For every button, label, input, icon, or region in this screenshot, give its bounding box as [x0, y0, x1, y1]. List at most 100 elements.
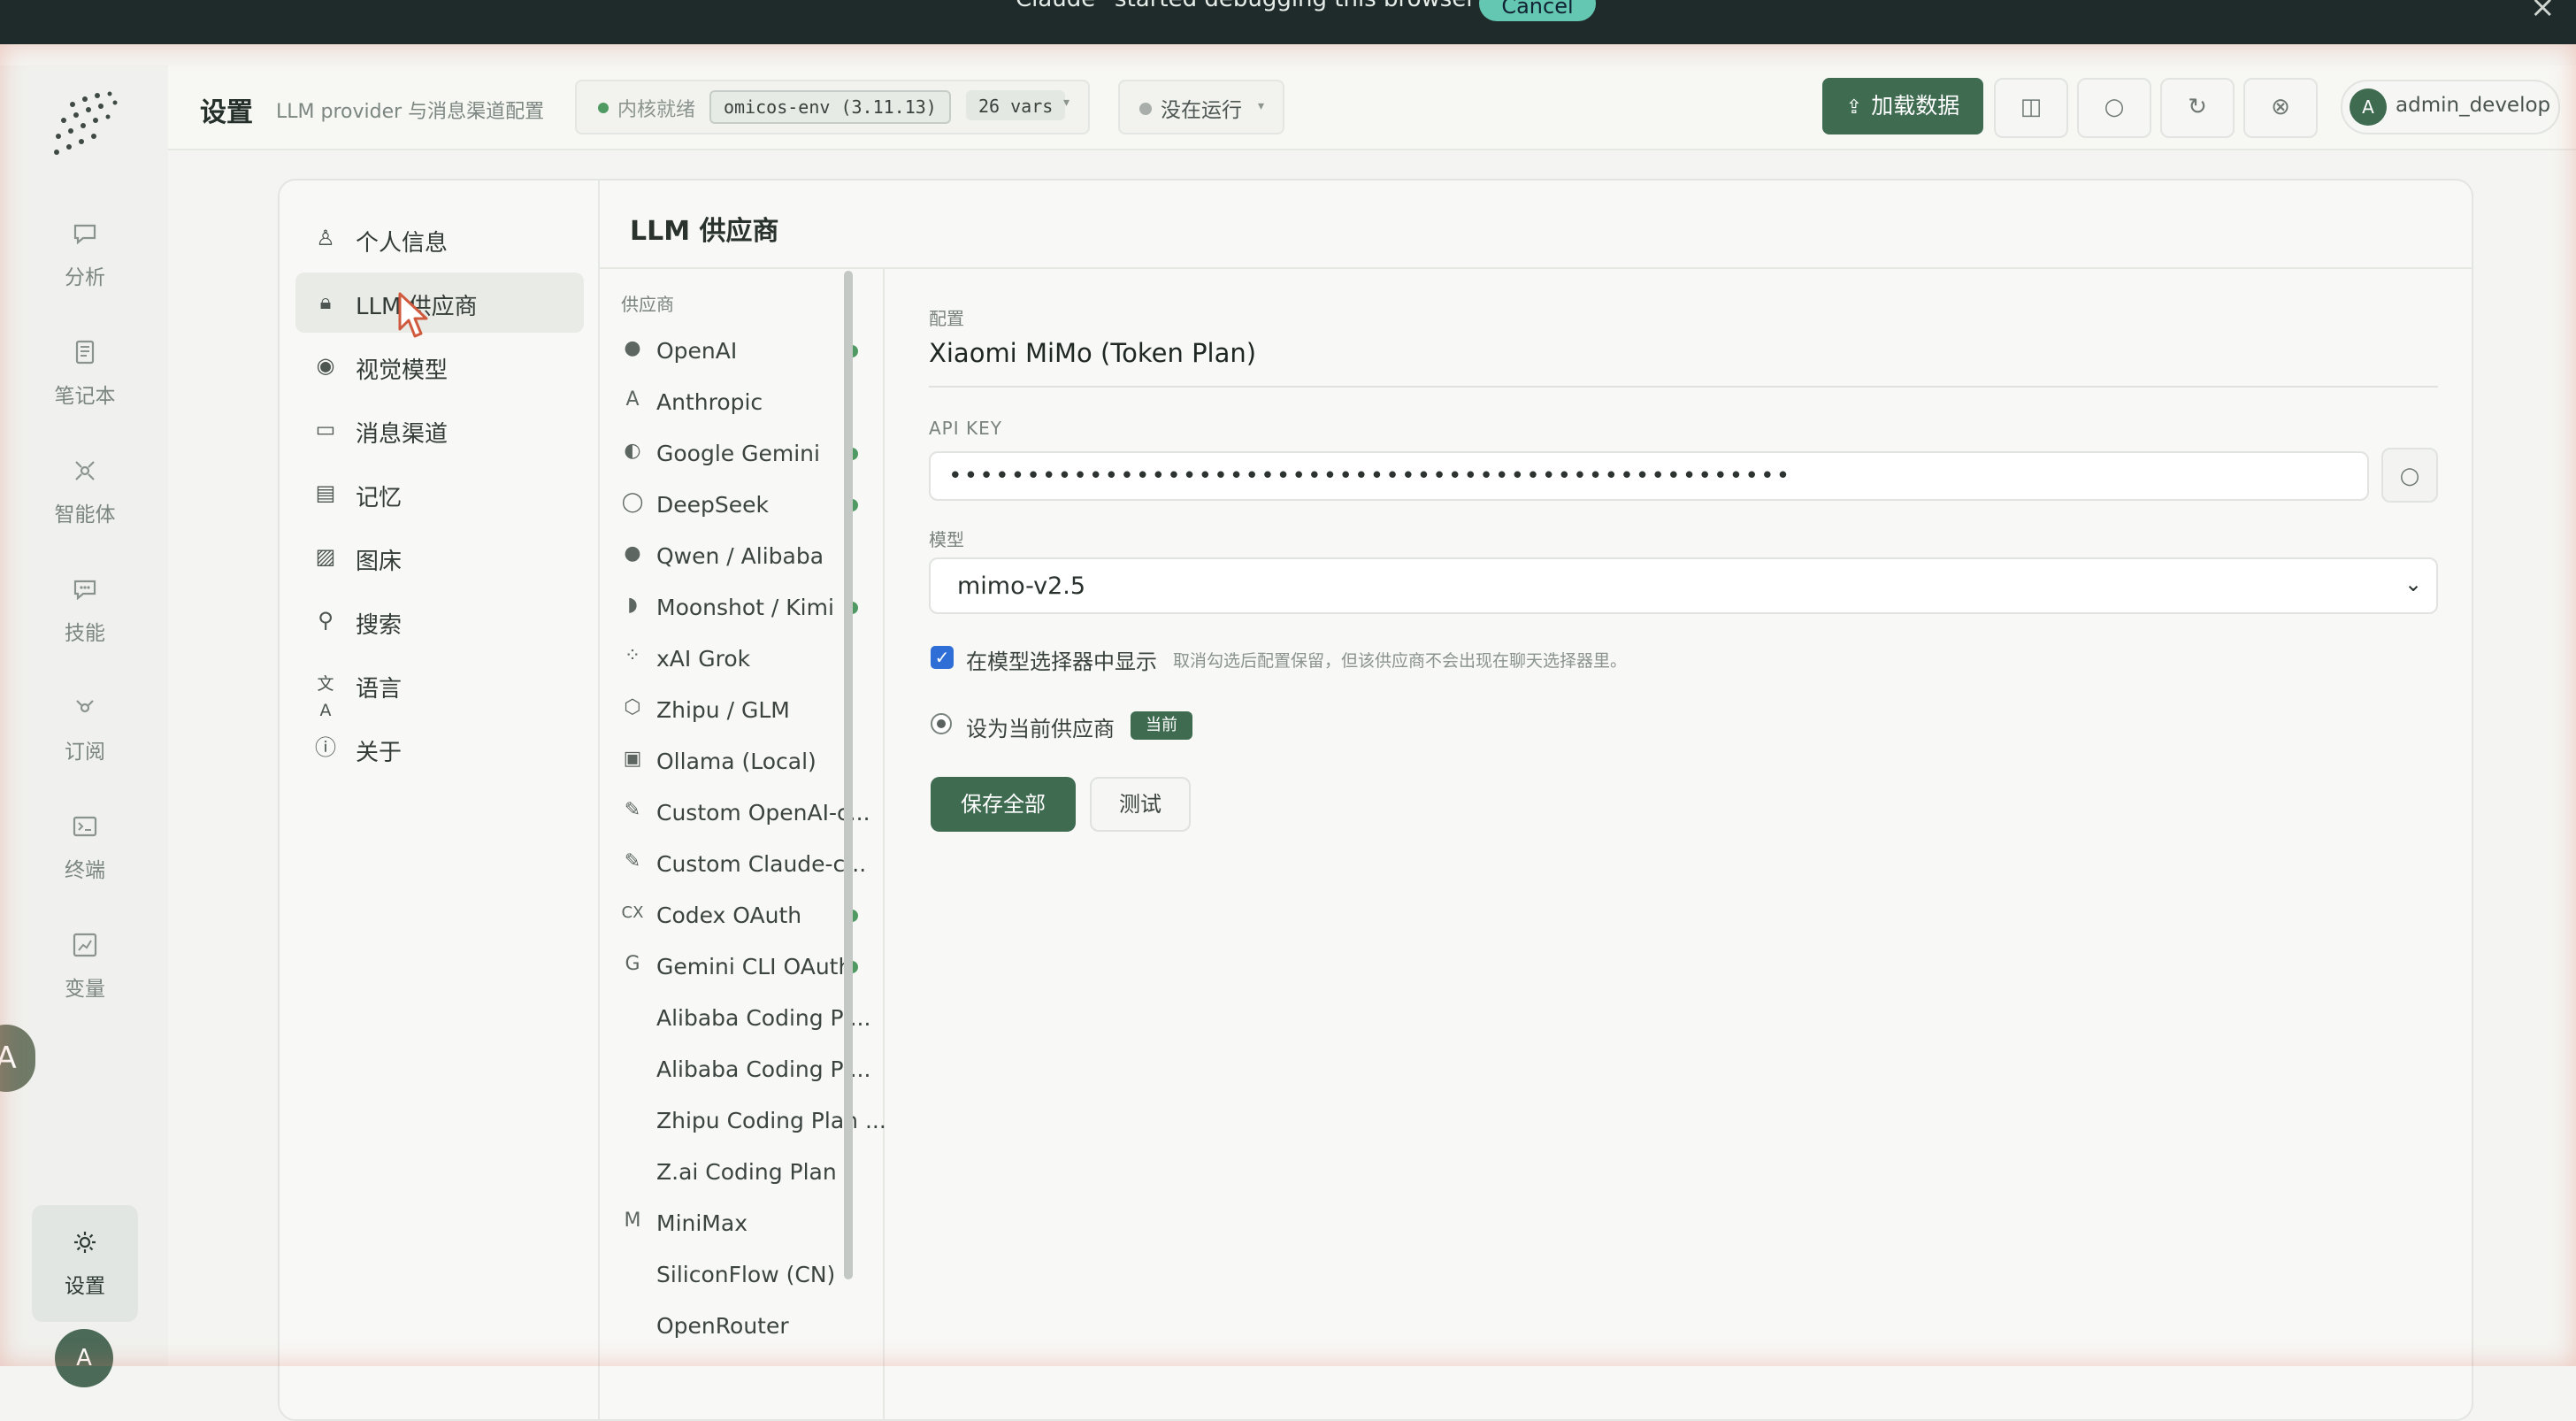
divider — [929, 386, 2438, 388]
provider-item[interactable]: M MiniMax — [600, 1198, 865, 1248]
rail-item-terminal[interactable]: 终端 — [35, 802, 134, 899]
restart-button[interactable]: ↻ — [2160, 78, 2235, 138]
search-icon: ⚲ — [318, 608, 334, 633]
rail-label: 智能体 — [54, 503, 116, 526]
settings-nav-llm[interactable]: 🔒︎ LLM 供应商 — [295, 273, 584, 333]
settings-nav-search[interactable]: ⚲ 搜索 — [295, 591, 584, 651]
rail-item-settings[interactable]: 设置 — [32, 1205, 138, 1322]
rail-label: 变量 — [65, 978, 105, 1001]
provider-list: 供应商 ● OpenAI A Anthropic ◐ Google Gemini ◯ Deep… — [600, 269, 886, 1419]
load-data-button[interactable]: ⇪ 加载数据 — [1822, 78, 1983, 134]
provider-name: DeepSeek — [656, 492, 769, 518]
settings-nav-profile[interactable]: ♙ 个人信息 — [295, 209, 584, 269]
rail-label: 订阅 — [65, 741, 105, 764]
panel-toggle-button[interactable]: ◫ — [1994, 78, 2068, 138]
kernel-ready-dot — [598, 103, 609, 113]
config-section-label: 配置 — [929, 308, 964, 329]
show-in-selector-checkbox[interactable]: ✓ — [931, 646, 954, 669]
save-all-button[interactable]: 保存全部 — [931, 777, 1076, 832]
provider-item[interactable]: Zhipu Coding Plan ... — [600, 1095, 886, 1145]
status-button[interactable]: ○ — [2077, 78, 2151, 138]
settings-nav-label: 关于 — [356, 740, 402, 766]
language-icon: 文A — [317, 674, 334, 720]
settings-nav-vision[interactable]: ◉ 视觉模型 — [295, 336, 584, 396]
provider-scrollbar[interactable] — [844, 271, 853, 1279]
show-in-selector-label: 在模型选择器中显示 — [966, 649, 1157, 674]
provider-item[interactable]: ● Qwen / Alibaba — [600, 531, 865, 580]
provider-item[interactable]: ✎ Custom OpenAI-c... — [600, 787, 870, 837]
set-current-radio[interactable] — [931, 713, 952, 734]
rail-item-subscription[interactable]: 订阅 — [35, 683, 134, 780]
provider-item[interactable]: ◗ Moonshot / Kimi — [600, 582, 865, 632]
provider-item[interactable]: OpenRouter — [600, 1301, 865, 1350]
provider-item[interactable]: ◐ Google Gemini — [600, 428, 865, 478]
provider-item[interactable]: G Gemini CLI OAuth — [600, 941, 865, 991]
rail-item-variables[interactable]: 变量 — [35, 920, 134, 1018]
provider-name: Anthropic — [656, 389, 763, 415]
memory-icon: ▤ — [315, 480, 336, 505]
rail-item-agent[interactable]: 智能体 — [35, 446, 134, 543]
banner-cancel-button[interactable]: Cancel — [1479, 0, 1596, 21]
provider-list-header: 供应商 — [621, 294, 674, 315]
settings-nav-memory[interactable]: ▤ 记忆 — [295, 464, 584, 524]
rail-label: 笔记本 — [54, 385, 116, 408]
avatar: A — [2350, 88, 2387, 126]
rail-label: 分析 — [65, 266, 105, 289]
rail-item-skills[interactable]: 技能 — [35, 565, 134, 662]
provider-icon: G — [625, 953, 640, 975]
provider-icon: ◗ — [627, 594, 638, 616]
provider-icon: ◐ — [624, 440, 641, 462]
provider-item[interactable]: ▣ Ollama (Local) — [600, 736, 865, 786]
provider-item[interactable]: ● OpenAI — [600, 326, 865, 375]
provider-icon — [621, 1260, 644, 1283]
provider-name: OpenAI — [656, 338, 738, 364]
model-select[interactable]: mimo-v2.5 ⌄ — [929, 557, 2438, 614]
variable-chart-icon — [73, 933, 97, 957]
terminal-icon — [73, 816, 97, 837]
provider-item[interactable]: Alibaba Coding Pl... — [600, 993, 870, 1042]
provider-item[interactable]: Alibaba Coding Pl... — [600, 1044, 870, 1094]
rail-item-notebook[interactable]: 笔记本 — [35, 327, 134, 425]
user-menu[interactable]: A admin_develop — [2341, 80, 2560, 134]
settings-nav-language[interactable]: 文A 语言 — [295, 655, 584, 720]
provider-name: Gemini CLI OAuth — [656, 954, 853, 979]
provider-item[interactable]: CX Codex OAuth — [600, 890, 865, 940]
settings-nav-image-host[interactable]: ▨ 图床 — [295, 527, 584, 588]
upload-icon: ⇪ — [1845, 96, 1863, 119]
kernel-status[interactable]: 内核就绪 omicos-env (3.11.13) 26 vars ▾ — [575, 80, 1090, 134]
avatar[interactable]: A — [55, 1329, 113, 1387]
radio-dot — [937, 719, 946, 728]
info-icon: ⓘ — [315, 735, 336, 760]
settings-nav-label: 图床 — [356, 549, 402, 575]
config-provider-name: Xiaomi MiMo (Token Plan) — [929, 338, 1257, 368]
run-state-dropdown[interactable]: 没在运行 ▾ — [1118, 80, 1284, 134]
rail-item-analysis[interactable]: 分析 — [35, 209, 134, 306]
top-header: 设置 LLM provider 与消息渠道配置 内核就绪 omicos-env … — [168, 65, 2576, 150]
refresh-icon: ↻ — [2188, 94, 2207, 120]
provider-name: Moonshot / Kimi — [656, 595, 834, 620]
rail-label: 终端 — [65, 859, 105, 882]
mouse-cursor-icon — [398, 292, 428, 338]
provider-item[interactable]: Z.ai Coding Plan — [600, 1147, 865, 1196]
provider-item[interactable]: ✎ Custom Claude-c... — [600, 839, 866, 888]
provider-item[interactable]: ⬡ Zhipu / GLM — [600, 685, 865, 734]
provider-item[interactable]: SiliconFlow (CN) — [600, 1249, 865, 1299]
provider-name: SiliconFlow (CN) — [656, 1262, 836, 1287]
model-select-value: mimo-v2.5 — [957, 572, 1086, 600]
settings-nav-channels[interactable]: ▭ 消息渠道 — [295, 400, 584, 460]
api-key-input[interactable] — [929, 451, 2369, 501]
skill-bubble-icon — [73, 580, 96, 601]
provider-item[interactable]: A Anthropic — [600, 377, 865, 426]
close-icon[interactable]: × — [2530, 0, 2556, 25]
settings-nav-about[interactable]: ⓘ 关于 — [295, 718, 584, 779]
run-state-label: 没在运行 — [1161, 99, 1242, 122]
toggle-visibility-button[interactable]: ○ — [2381, 448, 2438, 503]
interrupt-button[interactable]: ⊗ — [2243, 78, 2318, 138]
settings-nav-label: 个人信息 — [356, 230, 448, 257]
provider-name: Alibaba Coding Pl... — [656, 1056, 871, 1082]
test-button[interactable]: 测试 — [1090, 777, 1191, 832]
provider-item[interactable]: ◯ DeepSeek — [600, 480, 865, 529]
provider-item[interactable]: ⁘ xAI Grok — [600, 634, 865, 683]
status-badge: 当前 — [1131, 711, 1192, 740]
provider-name: Ollama (Local) — [656, 749, 816, 774]
